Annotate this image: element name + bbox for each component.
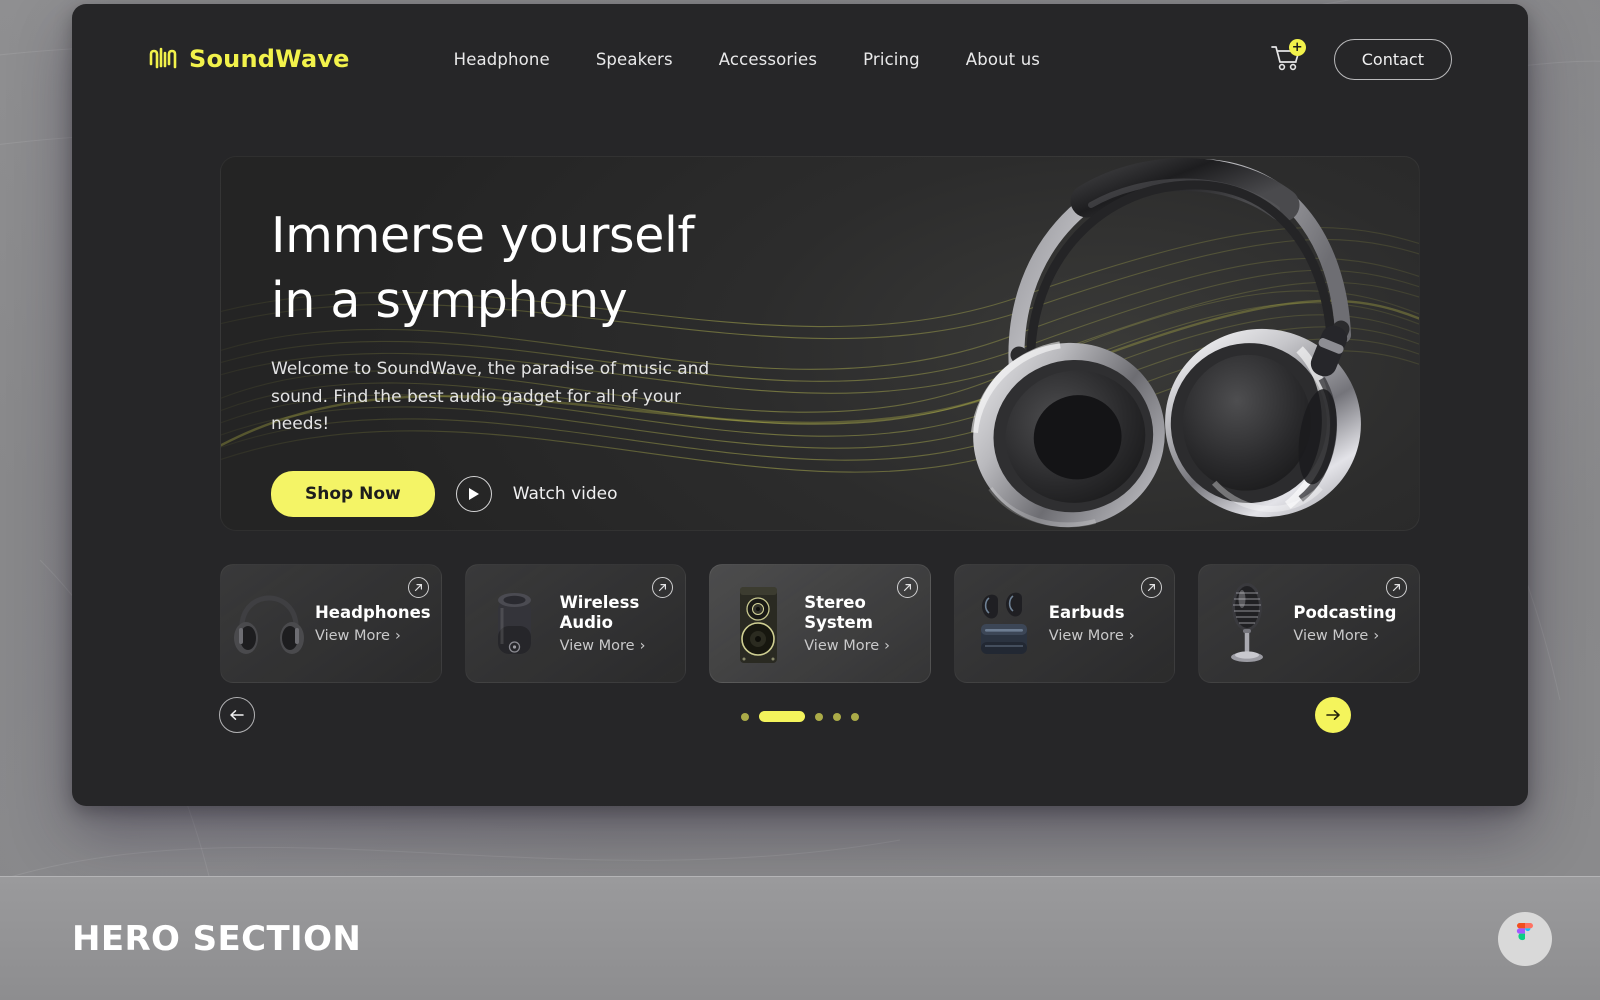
cart-badge: + xyxy=(1288,39,1306,56)
category-title: Podcasting xyxy=(1293,602,1397,622)
arrow-up-right-icon[interactable] xyxy=(896,577,918,598)
brand-logo[interactable]: SoundWave xyxy=(148,45,350,73)
app-window: SoundWave Headphone Speakers Accessories… xyxy=(72,4,1528,806)
shop-now-button[interactable]: Shop Now xyxy=(271,470,435,517)
category-title: Headphones xyxy=(315,602,431,622)
brand-name: SoundWave xyxy=(189,45,350,73)
view-more-label: View More xyxy=(315,628,390,645)
nav-item-speakers[interactable]: Speakers xyxy=(596,50,673,69)
watch-video-button[interactable] xyxy=(455,475,492,512)
caption-bar: HERO SECTION xyxy=(0,876,1600,1000)
chevron-right-icon: › xyxy=(1128,628,1135,645)
category-card-text: Wireless Audio View More › xyxy=(560,593,646,654)
nav-item-headphone[interactable]: Headphone xyxy=(454,50,550,69)
bluetooth-speaker-thumb xyxy=(472,572,556,676)
category-card-wireless-audio[interactable]: Wireless Audio View More › xyxy=(464,564,687,683)
watch-video-label[interactable]: Watch video xyxy=(513,484,618,504)
category-card-list: Headphones View More › Wireless Audio Vi… xyxy=(220,564,1420,683)
nav-item-accessories[interactable]: Accessories xyxy=(719,50,817,69)
chevron-right-icon: › xyxy=(1373,628,1380,645)
carousel-dot-4[interactable] xyxy=(833,712,841,721)
view-more-link[interactable]: View More › xyxy=(1049,628,1135,644)
chevron-right-icon: › xyxy=(394,628,401,645)
play-icon xyxy=(469,487,480,500)
view-more-link[interactable]: View More › xyxy=(315,628,431,644)
chevron-right-icon: › xyxy=(884,638,890,655)
main-nav: Headphone Speakers Accessories Pricing A… xyxy=(454,50,1040,69)
hero-cta-group: Shop Now Watch video xyxy=(271,470,791,517)
hero-copy: Immerse yourself in a symphony Welcome t… xyxy=(271,203,791,517)
category-card-text: Headphones View More › xyxy=(315,603,431,644)
carousel-dot-5[interactable] xyxy=(851,712,859,721)
figma-badge[interactable] xyxy=(1498,911,1552,966)
view-more-label: View More xyxy=(804,638,880,655)
category-title: Wireless Audio xyxy=(559,592,640,632)
arrow-up-right-icon[interactable] xyxy=(407,577,429,598)
category-card-headphones[interactable]: Headphones View More › xyxy=(220,564,442,683)
cart-button[interactable]: + xyxy=(1270,39,1306,76)
carousel-dot-3[interactable] xyxy=(815,712,823,721)
nav-item-about-us[interactable]: About us xyxy=(966,50,1040,69)
arrow-up-right-icon[interactable] xyxy=(1385,577,1407,598)
view-more-link[interactable]: View More › xyxy=(804,638,890,654)
view-more-label: View More xyxy=(1048,628,1124,645)
hero-title: Immerse yourself in a symphony xyxy=(271,207,695,330)
view-more-label: View More xyxy=(1293,628,1369,645)
category-title: Stereo System xyxy=(804,592,873,632)
arrow-up-right-icon[interactable] xyxy=(1141,577,1163,598)
hero-subtitle: Welcome to SoundWave, the paradise of mu… xyxy=(271,359,710,435)
contact-button[interactable]: Contact xyxy=(1333,38,1452,80)
category-card-earbuds[interactable]: Earbuds View More › xyxy=(953,564,1176,683)
carousel-dot-2[interactable] xyxy=(759,711,805,722)
stereo-speaker-thumb xyxy=(716,572,800,676)
carousel-next-button[interactable] xyxy=(1315,697,1351,733)
category-card-text: Stereo System View More › xyxy=(804,593,890,654)
chevron-right-icon: › xyxy=(639,638,646,655)
top-navigation-bar: SoundWave Headphone Speakers Accessories… xyxy=(72,4,1528,114)
caption-title: HERO SECTION xyxy=(72,918,362,959)
category-card-text: Podcasting View More › xyxy=(1293,603,1396,644)
view-more-link[interactable]: View More › xyxy=(1293,628,1396,644)
figma-icon xyxy=(1516,922,1534,940)
earbuds-case-thumb xyxy=(961,572,1045,676)
microphone-thumb xyxy=(1205,572,1289,676)
carousel-pagination xyxy=(72,711,1528,722)
waveform-icon xyxy=(149,47,177,69)
headphones-thumb xyxy=(227,572,311,676)
hero-banner: Immerse yourself in a symphony Welcome t… xyxy=(220,156,1420,531)
view-more-label: View More xyxy=(559,638,635,655)
category-card-podcasting[interactable]: Podcasting View More › xyxy=(1198,564,1420,683)
nav-item-pricing[interactable]: Pricing xyxy=(863,50,920,69)
category-card-stereo-system[interactable]: Stereo System View More › xyxy=(709,564,931,683)
view-more-link[interactable]: View More › xyxy=(560,638,646,654)
category-title: Earbuds xyxy=(1048,602,1125,622)
category-card-text: Earbuds View More › xyxy=(1049,603,1135,644)
arrow-right-icon xyxy=(1326,710,1340,720)
arrow-up-right-icon[interactable] xyxy=(652,577,674,598)
nav-actions: + Contact xyxy=(1270,38,1452,80)
carousel-dot-1[interactable] xyxy=(741,712,749,721)
